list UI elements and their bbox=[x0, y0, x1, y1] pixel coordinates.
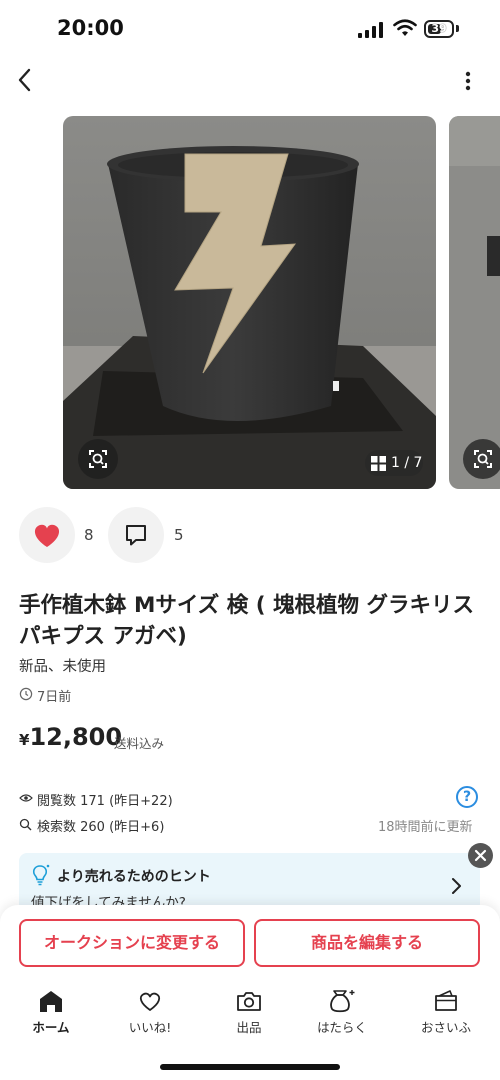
shipping-note: 送料込み bbox=[114, 736, 165, 751]
view-count: 閲覧数 171 (昨日+22) bbox=[37, 794, 173, 809]
wallet-icon bbox=[435, 990, 457, 1011]
status-time: 20:00 bbox=[57, 16, 124, 40]
image-search-button-next[interactable] bbox=[463, 439, 500, 479]
nav-home[interactable]: ホーム bbox=[11, 988, 91, 1038]
search-icon bbox=[19, 818, 32, 831]
camera-icon bbox=[237, 992, 261, 1011]
comment-icon bbox=[126, 525, 146, 546]
home-indicator bbox=[160, 1064, 340, 1070]
home-icon bbox=[40, 991, 62, 1012]
photo-counter-text: 1 / 7 bbox=[391, 455, 423, 471]
money-bag-icon bbox=[330, 990, 355, 1013]
nav-likes[interactable]: いいね! bbox=[110, 988, 190, 1038]
nav-home-label: ホーム bbox=[32, 1020, 70, 1035]
edit-item-button[interactable]: 商品を編集する bbox=[254, 919, 480, 967]
nav-likes-label: いいね! bbox=[128, 1020, 172, 1035]
change-to-auction-button[interactable]: オークションに変更する bbox=[19, 919, 245, 967]
more-options-icon[interactable] bbox=[456, 70, 480, 92]
hint-title: より売れるためのヒント bbox=[57, 869, 211, 885]
search-count: 検索数 260 (昨日+6) bbox=[37, 820, 165, 835]
battery-level: 39 bbox=[431, 22, 447, 35]
chevron-right-icon bbox=[452, 878, 461, 894]
comment-count: 5 bbox=[174, 526, 184, 544]
product-photo[interactable] bbox=[63, 116, 436, 489]
scan-icon bbox=[89, 450, 107, 468]
like-button[interactable] bbox=[19, 507, 75, 563]
image-search-button[interactable] bbox=[78, 439, 118, 479]
nav-work-label: はたらく bbox=[317, 1020, 367, 1035]
next-photo-preview[interactable] bbox=[449, 116, 500, 489]
comment-button[interactable] bbox=[108, 507, 164, 563]
photo-counter: 1 / 7 bbox=[365, 450, 423, 476]
updated-time: 18時間前に更新 bbox=[378, 820, 473, 835]
lightbulb-icon bbox=[32, 864, 50, 886]
grid-icon bbox=[371, 456, 386, 471]
like-count: 8 bbox=[84, 526, 94, 544]
scan-icon bbox=[474, 450, 492, 468]
eye-icon bbox=[19, 794, 33, 802]
signal-icon bbox=[358, 22, 384, 38]
clock-icon bbox=[19, 687, 33, 701]
nav-work[interactable]: はたらく bbox=[302, 988, 382, 1038]
nav-wallet-label: おさいふ bbox=[420, 1020, 471, 1035]
wifi-icon bbox=[393, 19, 417, 36]
price-currency: ¥ bbox=[19, 731, 30, 749]
nav-sell[interactable]: 出品 bbox=[209, 988, 289, 1038]
posted-time: 7日前 bbox=[37, 690, 72, 705]
nav-sell-label: 出品 bbox=[236, 1020, 262, 1035]
nav-wallet[interactable]: おさいふ bbox=[406, 988, 486, 1038]
close-hint-button[interactable] bbox=[468, 843, 493, 868]
battery-icon: 39 bbox=[424, 20, 454, 38]
help-icon[interactable]: ? bbox=[456, 786, 478, 808]
heart-icon bbox=[34, 524, 60, 547]
item-condition: 新品、未使用 bbox=[19, 659, 106, 675]
close-icon bbox=[474, 849, 487, 862]
price: ¥12,800 bbox=[19, 723, 122, 751]
battery-cap bbox=[456, 25, 459, 32]
item-title: 手作植木鉢 Mサイズ 検 ( 塊根植物 グラキリス パキプス アガベ) bbox=[19, 593, 475, 649]
back-arrow-icon[interactable] bbox=[14, 66, 36, 94]
price-value: 12,800 bbox=[29, 723, 123, 751]
heart-outline-icon bbox=[139, 992, 161, 1011]
